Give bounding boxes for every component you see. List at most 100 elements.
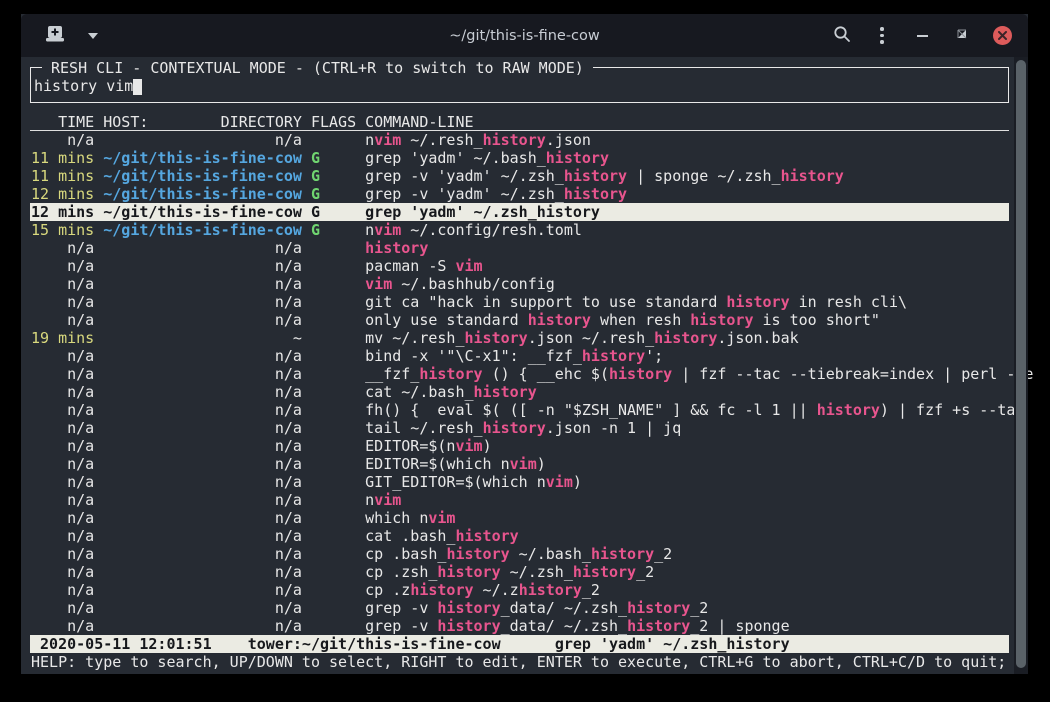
restore-button[interactable] [950,24,974,48]
time-cell: 15 mins [31,221,94,239]
new-tab-dropdown-button[interactable] [81,24,105,48]
command-cell: cp .zsh_history ~/.zsh_history_2 [365,563,654,581]
history-row[interactable]: n/a n/a tail ~/.resh_history.json -n 1 |… [30,419,1009,437]
match-highlight: history [465,329,528,347]
time-cell: n/a [31,401,94,419]
host-directory-cell: n/a [103,257,302,275]
history-row[interactable]: n/a n/a cp .bash_history ~/.bash_history… [30,545,1009,563]
command-cell: which nvim [365,509,455,527]
close-icon [993,26,1012,45]
match-highlight: history [474,383,537,401]
history-row[interactable]: n/a n/a fh() { eval $( ([ -n "$ZSH_NAME"… [30,401,1009,419]
history-row[interactable]: n/a n/a which nvim [30,509,1009,527]
titlebar: ~/git/this-is-fine-cow [21,14,1028,57]
command-cell: grep -v 'yadm' ~/.zsh_history | sponge ~… [365,167,844,185]
search-input[interactable]: history vim [34,77,142,95]
history-row[interactable]: n/a n/a cp .zhistory ~/.zhistory_2 [30,581,1009,599]
flags-cell [311,599,356,617]
history-row[interactable]: 11 mins ~/git/this-is-fine-cow G grep 'y… [30,149,1009,167]
new-tab-button[interactable] [43,24,67,48]
status-bar: 2020-05-11 12:01:51 tower:~/git/this-is-… [30,635,1009,653]
history-row[interactable]: n/a n/a pacman -S vim [30,257,1009,275]
history-row[interactable]: n/a n/a git ca "hack in support to use s… [30,293,1009,311]
chevron-down-icon [88,33,98,39]
host-directory-cell: n/a [103,347,302,365]
search-button[interactable] [830,24,854,48]
host-directory-cell: ~/git/this-is-fine-cow [103,149,302,167]
time-cell: n/a [31,581,94,599]
history-row[interactable]: n/a n/a __fzf_history () { __ehc $(histo… [30,365,1009,383]
command-cell: nvim ~/.resh_history.json [365,131,591,149]
flags-cell: G [311,221,356,239]
history-row[interactable]: n/a n/a cp .zsh_history ~/.zsh_history_2 [30,563,1009,581]
host-directory-cell: n/a [103,401,302,419]
command-cell: fh() { eval $( ([ -n "$ZSH_NAME" ] && fc… [365,401,1024,419]
history-row[interactable]: n/a n/a EDITOR=$(nvim) [30,437,1009,455]
scrollbar-thumb[interactable] [1016,60,1026,668]
mode-title: RESH CLI - CONTEXTUAL MODE - (CTRL+R to … [42,59,593,77]
minimize-button[interactable] [910,24,934,48]
match-highlight: vim [374,131,401,149]
command-cell: bind -x '"\C-x1": __fzf_history'; [365,347,663,365]
host-directory-cell: ~/git/this-is-fine-cow [103,203,302,221]
time-cell: n/a [31,599,94,617]
command-cell: GIT_EDITOR=$(which nvim) [365,473,582,491]
host-directory-cell: n/a [103,311,302,329]
flags-cell [311,329,356,347]
history-row[interactable]: 11 mins ~/git/this-is-fine-cow G grep -v… [30,167,1009,185]
match-highlight: history [483,419,546,437]
flags-cell [311,563,356,581]
history-row-selected[interactable]: 12 mins ~/git/this-is-fine-cow G grep 'y… [30,203,1009,221]
match-highlight: history [582,347,645,365]
time-cell: n/a [31,239,94,257]
history-row[interactable]: n/a n/a nvim ~/.resh_history.json [30,131,1009,149]
host-directory-cell: n/a [103,599,302,617]
history-row[interactable]: 15 mins ~/git/this-is-fine-cow G nvim ~/… [30,221,1009,239]
history-row[interactable]: n/a n/a history [30,239,1009,257]
close-button[interactable] [990,24,1014,48]
flags-cell [311,293,356,311]
menu-button[interactable] [870,24,894,48]
match-highlight: history [654,329,717,347]
flags-cell [311,437,356,455]
history-row[interactable]: n/a n/a vim ~/.bashhub/config [30,275,1009,293]
history-row[interactable]: n/a n/a grep -v history_data/ ~/.zsh_his… [30,617,1009,635]
history-row[interactable]: 19 mins ~ mv ~/.resh_history.json ~/.res… [30,329,1009,347]
status-datetime: 2020-05-11 12:01:51 [40,635,212,653]
match-highlight: history [437,617,500,635]
command-cell: cat .bash_history [365,527,519,545]
match-highlight: vim [374,221,401,239]
status-command: grep 'yadm' ~/.zsh_history [555,635,790,653]
host-directory-cell: n/a [103,617,302,635]
history-row[interactable]: n/a n/a nvim [30,491,1009,509]
host-directory-cell: n/a [103,275,302,293]
host-directory-cell: n/a [103,293,302,311]
history-row[interactable]: n/a n/a GIT_EDITOR=$(which nvim) [30,473,1009,491]
time-cell: n/a [31,563,94,581]
host-directory-cell: n/a [103,509,302,527]
host-directory-cell: ~/git/this-is-fine-cow [103,185,302,203]
history-row[interactable]: n/a n/a only use standard history when r… [30,311,1009,329]
history-row[interactable]: n/a n/a grep -v history_data/ ~/.zsh_his… [30,599,1009,617]
host-directory-cell: n/a [103,527,302,545]
time-cell: n/a [31,491,94,509]
history-row[interactable]: n/a n/a bind -x '"\C-x1": __fzf_history'… [30,347,1009,365]
command-cell: nvim ~/.config/resh.toml [365,221,582,239]
search-icon [833,25,851,46]
flags-cell [311,275,356,293]
time-cell: n/a [31,347,94,365]
scrollbar[interactable] [1014,57,1028,674]
history-row[interactable]: n/a n/a cat ~/.bash_history [30,383,1009,401]
flags-cell [311,257,356,275]
history-row[interactable]: n/a n/a EDITOR=$(which nvim) [30,455,1009,473]
terminal-window: ~/git/this-is-fine-cow [21,14,1028,674]
flags-cell [311,617,356,635]
match-highlight: history [627,617,690,635]
command-cell: grep 'yadm' ~/.bash_history [365,149,609,167]
help-line: HELP: type to search, UP/DOWN to select,… [31,653,1006,671]
history-row[interactable]: 12 mins ~/git/this-is-fine-cow G grep -v… [30,185,1009,203]
history-row[interactable]: n/a n/a cat .bash_history [30,527,1009,545]
flags-cell [311,239,356,257]
time-cell: n/a [31,437,94,455]
flags-cell [311,473,356,491]
